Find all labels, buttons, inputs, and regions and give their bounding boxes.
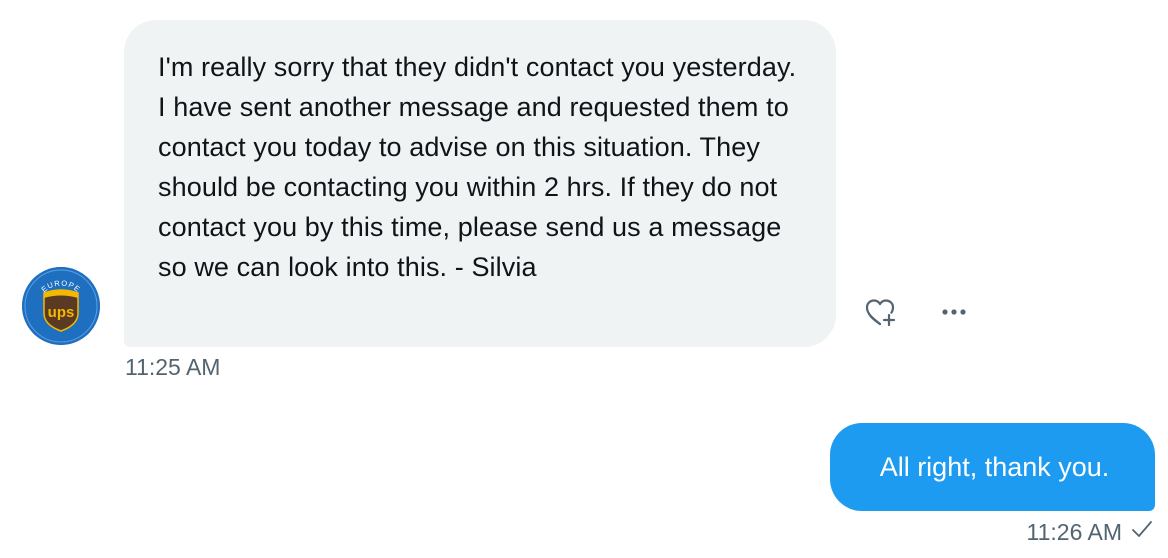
avatar-logo-text: ups	[48, 304, 75, 321]
react-button[interactable]	[858, 292, 902, 336]
more-icon	[936, 294, 972, 335]
avatar[interactable]: EUROPE ups	[22, 267, 100, 345]
heart-plus-icon	[862, 294, 898, 335]
outgoing-message-bubble[interactable]: All right, thank you.	[830, 423, 1155, 511]
more-button[interactable]	[932, 292, 976, 336]
outgoing-message-meta: 11:26 AM	[1027, 517, 1154, 547]
outgoing-message-text: All right, thank you.	[879, 452, 1110, 482]
check-icon	[1130, 517, 1154, 547]
outgoing-message-time: 11:26 AM	[1026, 518, 1122, 545]
incoming-message-text: I'm really sorry that they didn't contac…	[158, 52, 797, 282]
incoming-message-bubble[interactable]: I'm really sorry that they didn't contac…	[124, 20, 836, 347]
incoming-message-time: 11:25 AM	[125, 354, 221, 380]
